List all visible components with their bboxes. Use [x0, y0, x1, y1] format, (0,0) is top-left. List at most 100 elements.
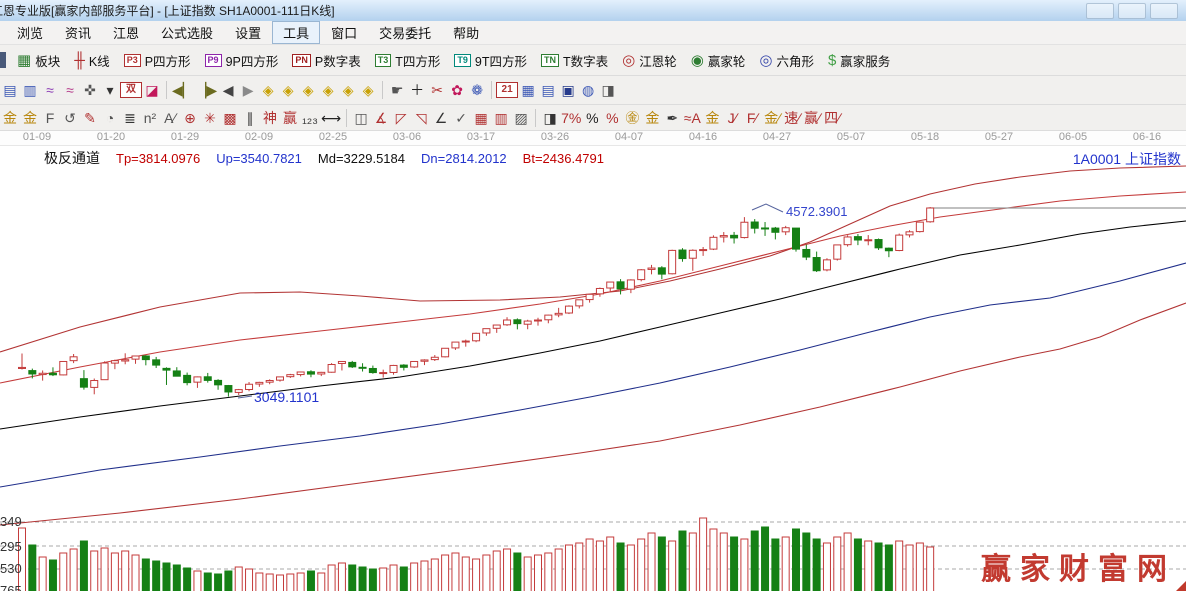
crosshair-icon[interactable]: ＋: [407, 81, 427, 99]
calendar-21-icon[interactable]: 21: [496, 82, 518, 98]
zoom-right-icon[interactable]: ◈: [278, 81, 298, 99]
grid-sq-icon[interactable]: ▦: [471, 109, 491, 127]
ying-angle-icon[interactable]: 赢∕: [802, 109, 822, 127]
menu-item-news[interactable]: 资讯: [54, 21, 102, 44]
gann-fan-icon[interactable]: ∡: [371, 109, 391, 127]
hexagon-button[interactable]: ◎六角形: [752, 49, 821, 72]
candle: [638, 270, 645, 280]
export-icon[interactable]: ◨: [598, 81, 618, 99]
spoke-wheel-icon[interactable]: ✳: [200, 109, 220, 127]
doc-props-icon[interactable]: ▥: [20, 81, 40, 99]
ticks-icon[interactable]: ∥: [240, 109, 260, 127]
menu-item-tools[interactable]: 工具: [272, 21, 320, 44]
span-arrow-icon[interactable]: ⟷: [320, 109, 342, 127]
j-angle-icon[interactable]: J∕: [722, 109, 742, 127]
menu-item-formula-stock-pick[interactable]: 公式选股: [150, 21, 224, 44]
wave-3-icon[interactable]: ≈: [40, 81, 60, 99]
9t-square-button[interactable]: T99T四方形: [447, 49, 534, 72]
grid-target-icon[interactable]: ▩: [220, 109, 240, 127]
su-angle-icon[interactable]: 速∕: [782, 109, 802, 127]
gauge-icon[interactable]: ◔: [100, 109, 120, 127]
menu-item-settings[interactable]: 设置: [224, 21, 272, 44]
compress-h-icon[interactable]: ◈: [318, 81, 338, 99]
histogram-icon[interactable]: ◪: [142, 81, 162, 99]
notes-icon[interactable]: ▤: [538, 81, 558, 99]
check-line-icon[interactable]: ✓: [451, 109, 471, 127]
resize-grip-icon[interactable]: [1171, 581, 1186, 591]
calculator-icon[interactable]: ▦: [518, 81, 538, 99]
doc-chart-icon[interactable]: ▤: [0, 81, 20, 99]
nav-first-icon[interactable]: ◀▏: [171, 81, 195, 99]
pct-7-icon[interactable]: 7%: [560, 109, 582, 127]
volume-bar: [411, 563, 418, 591]
save-icon[interactable]: ▣: [558, 81, 578, 99]
nav-prev-icon[interactable]: ◀: [218, 81, 238, 99]
n2-icon[interactable]: n²: [140, 109, 160, 127]
t-square-button[interactable]: T3T四方形: [368, 49, 448, 72]
nav-next-icon[interactable]: ▶: [238, 81, 258, 99]
ink-pen-icon[interactable]: ✒: [662, 109, 682, 127]
gann-gold-grid2-icon[interactable]: 金: [20, 109, 40, 127]
pushpin-icon[interactable]: ✜: [80, 81, 100, 99]
expand-v-icon[interactable]: ◈: [338, 81, 358, 99]
pct-line-icon[interactable]: %: [602, 109, 622, 127]
9p-square-button[interactable]: P99P四方形: [198, 49, 286, 72]
hand-tool-icon[interactable]: ☛: [387, 81, 407, 99]
t-number-table-button[interactable]: TNT数字表: [534, 49, 615, 72]
gold-line-icon[interactable]: 金: [642, 109, 662, 127]
pct-icon[interactable]: %: [582, 109, 602, 127]
pattern-red-icon[interactable]: 双: [120, 82, 142, 98]
date-tick-label: 01-29: [171, 131, 199, 143]
menu-item-browse[interactable]: 浏览: [6, 21, 54, 44]
menu-item-trade-order[interactable]: 交易委托: [368, 21, 442, 44]
gold-angle-icon[interactable]: 金∕: [762, 109, 782, 127]
nav-last-icon[interactable]: ▕▶: [195, 81, 219, 99]
grid-sq2-icon[interactable]: ▥: [491, 109, 511, 127]
save-web-icon[interactable]: ◍: [578, 81, 598, 99]
wave-9-icon[interactable]: ≈: [60, 81, 80, 99]
knot-tool-icon[interactable]: ❁: [467, 81, 487, 99]
circle-cross-icon[interactable]: ⊕: [180, 109, 200, 127]
winner-service-button[interactable]: $赢家服务: [821, 49, 897, 72]
shen-icon[interactable]: 神: [260, 109, 280, 127]
comb-icon[interactable]: ≣: [120, 109, 140, 127]
hatch-icon[interactable]: ▨: [511, 109, 531, 127]
p-square-button[interactable]: P3P四方形: [117, 49, 198, 72]
menu-item-gann[interactable]: 江恩: [102, 21, 150, 44]
a-line-icon[interactable]: A∕: [160, 109, 180, 127]
pct-chart-icon[interactable]: ◨: [540, 109, 560, 127]
angle-icon[interactable]: ∠: [431, 109, 451, 127]
wave-a-icon[interactable]: ≈A: [682, 109, 702, 127]
menu-item-help[interactable]: 帮助: [442, 21, 490, 44]
ruler-123-icon[interactable]: ₁₂₃: [300, 109, 320, 127]
spiral-icon[interactable]: ↺: [60, 109, 80, 127]
gold-circle-icon[interactable]: ㊎: [622, 109, 642, 127]
fan-box-icon[interactable]: ◸: [391, 109, 411, 127]
cut-icon[interactable]: ✂: [427, 81, 447, 99]
ying-icon[interactable]: 赢: [280, 109, 300, 127]
menu-item-window[interactable]: 窗口: [320, 21, 368, 44]
window-close-button[interactable]: [1150, 3, 1178, 19]
kline-chart-canvas[interactable]: 4572.39013049.1101349295530765: [0, 146, 1186, 591]
zoom-left-icon[interactable]: ◈: [258, 81, 278, 99]
gold-line2-icon[interactable]: 金: [702, 109, 722, 127]
candle: [29, 371, 36, 374]
expand-all-icon[interactable]: ◈: [358, 81, 378, 99]
kline-button[interactable]: ╫K线: [67, 49, 116, 72]
window-minimize-button[interactable]: [1086, 3, 1114, 19]
p-number-table-button[interactable]: PNP数字表: [285, 49, 367, 72]
gann-gold-grid-icon[interactable]: 金: [0, 109, 20, 127]
expand-h-icon[interactable]: ◈: [298, 81, 318, 99]
si-angle-icon[interactable]: 四∕: [822, 109, 842, 127]
flower-tool-icon[interactable]: ✿: [447, 81, 467, 99]
f-angle-icon[interactable]: F∕: [742, 109, 762, 127]
gann-wheel-button[interactable]: ◎江恩轮: [615, 49, 684, 72]
sectors-button[interactable]: ▦板块: [10, 49, 67, 72]
window-maximize-button[interactable]: [1118, 3, 1146, 19]
fan-dense-icon[interactable]: ◹: [411, 109, 431, 127]
f-ruler-icon[interactable]: F: [40, 109, 60, 127]
window-box-icon[interactable]: ◫: [351, 109, 371, 127]
dropdown-caret-icon[interactable]: ▾: [100, 81, 120, 99]
winner-wheel-button[interactable]: ◉赢家轮: [684, 49, 753, 72]
brush-icon[interactable]: ✎: [80, 109, 100, 127]
